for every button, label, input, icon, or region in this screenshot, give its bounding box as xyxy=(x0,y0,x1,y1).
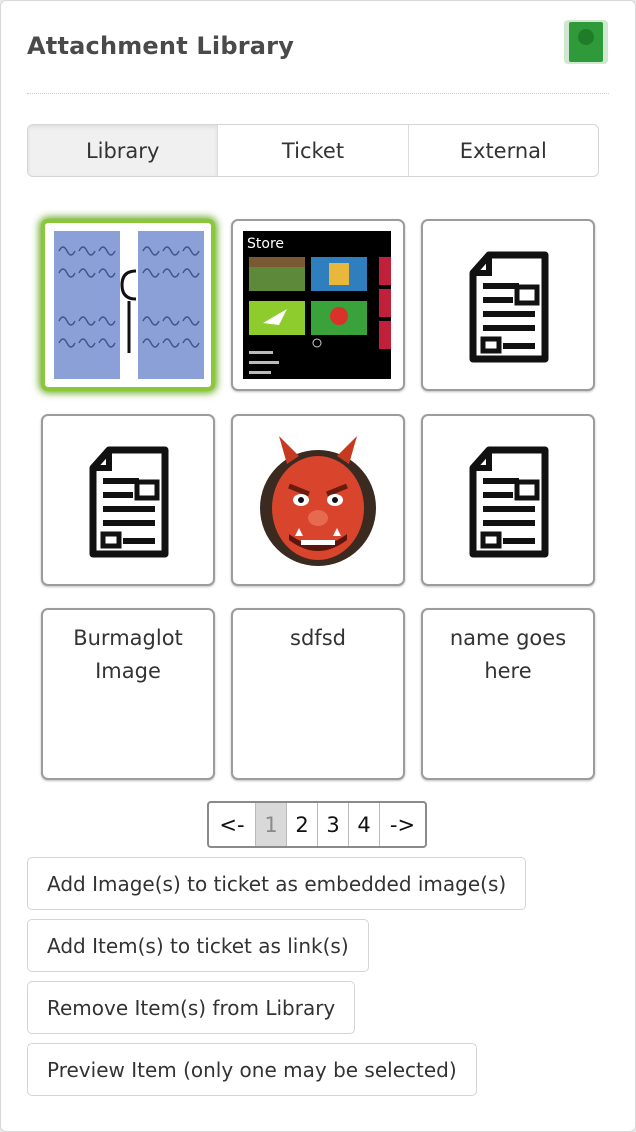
page-4-button[interactable]: 4 xyxy=(348,803,379,846)
next-page-button[interactable]: -> xyxy=(379,803,425,846)
attachment-name: Burmaglot Image xyxy=(73,626,183,683)
attachment-tile-2[interactable]: Store xyxy=(231,219,405,391)
attachment-tile-5[interactable] xyxy=(231,414,405,586)
attachment-name: sdfsd xyxy=(290,626,346,650)
page-1-button[interactable]: 1 xyxy=(255,803,286,846)
header-divider xyxy=(27,93,609,94)
tab-ticket[interactable]: Ticket xyxy=(217,125,407,176)
prev-page-button[interactable]: <- xyxy=(209,803,255,846)
burmese-script-image-thumbnail xyxy=(54,231,204,379)
tab-library[interactable]: Library xyxy=(28,125,218,176)
attachment-tile-3[interactable] xyxy=(421,219,595,391)
document-icon xyxy=(469,251,549,363)
add-links-button[interactable]: Add Item(s) to ticket as link(s) xyxy=(27,919,369,972)
attachment-tile-7[interactable]: Burmaglot Image xyxy=(41,608,215,780)
tab-external[interactable]: External xyxy=(407,125,598,176)
attachment-library-panel: Attachment Library Library Ticket Extern… xyxy=(0,0,636,1132)
library-book-icon xyxy=(564,20,608,64)
store-screenshot-title: Store xyxy=(247,236,284,252)
document-icon xyxy=(469,446,549,558)
attachment-tile-8[interactable]: sdfsd xyxy=(231,608,405,780)
page-3-button[interactable]: 3 xyxy=(317,803,348,846)
attachment-grid: Store Burmaglot Image sdfsd name goes he… xyxy=(41,219,595,781)
attachment-tile-4[interactable] xyxy=(41,414,215,586)
ogre-mask-emoji-thumbnail xyxy=(260,436,376,566)
add-embedded-images-button[interactable]: Add Image(s) to ticket as embedded image… xyxy=(27,857,527,910)
preview-item-button[interactable]: Preview Item (only one may be selected) xyxy=(27,1043,477,1096)
attachment-tile-1[interactable] xyxy=(41,219,215,391)
attachment-name: name goes here xyxy=(449,626,567,683)
store-screenshot-thumbnail: Store xyxy=(243,231,391,379)
attachment-tile-9[interactable]: name goes here xyxy=(421,608,595,780)
page-2-button[interactable]: 2 xyxy=(286,803,317,846)
library-tabs: Library Ticket External xyxy=(27,124,599,177)
panel-title: Attachment Library xyxy=(27,32,295,60)
remove-from-library-button[interactable]: Remove Item(s) from Library xyxy=(27,981,356,1034)
document-icon xyxy=(89,446,169,558)
pagination: <- 1 2 3 4 -> xyxy=(207,801,427,848)
attachment-tile-6[interactable] xyxy=(421,414,595,586)
